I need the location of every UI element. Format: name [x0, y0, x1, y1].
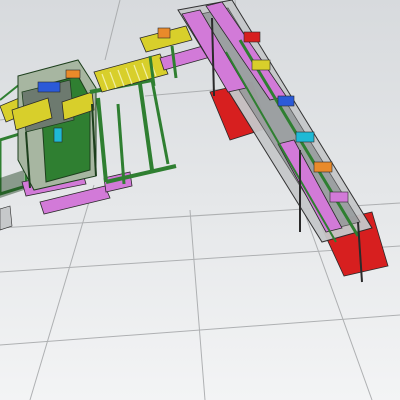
magenta-module	[329, 191, 349, 203]
blue-sensor	[37, 81, 61, 93]
blue-module	[277, 95, 295, 107]
orange-module	[313, 161, 333, 173]
orange-motor	[157, 27, 171, 39]
cyan-part	[53, 127, 63, 143]
orange-part	[65, 69, 81, 79]
red-clamp	[243, 31, 261, 43]
cyan-module	[295, 131, 315, 143]
left-gray-sheet	[0, 205, 13, 231]
cad-scene-canvas	[0, 0, 400, 400]
yellow-clamp	[251, 59, 271, 71]
cad-3d-viewport[interactable]	[0, 0, 400, 400]
